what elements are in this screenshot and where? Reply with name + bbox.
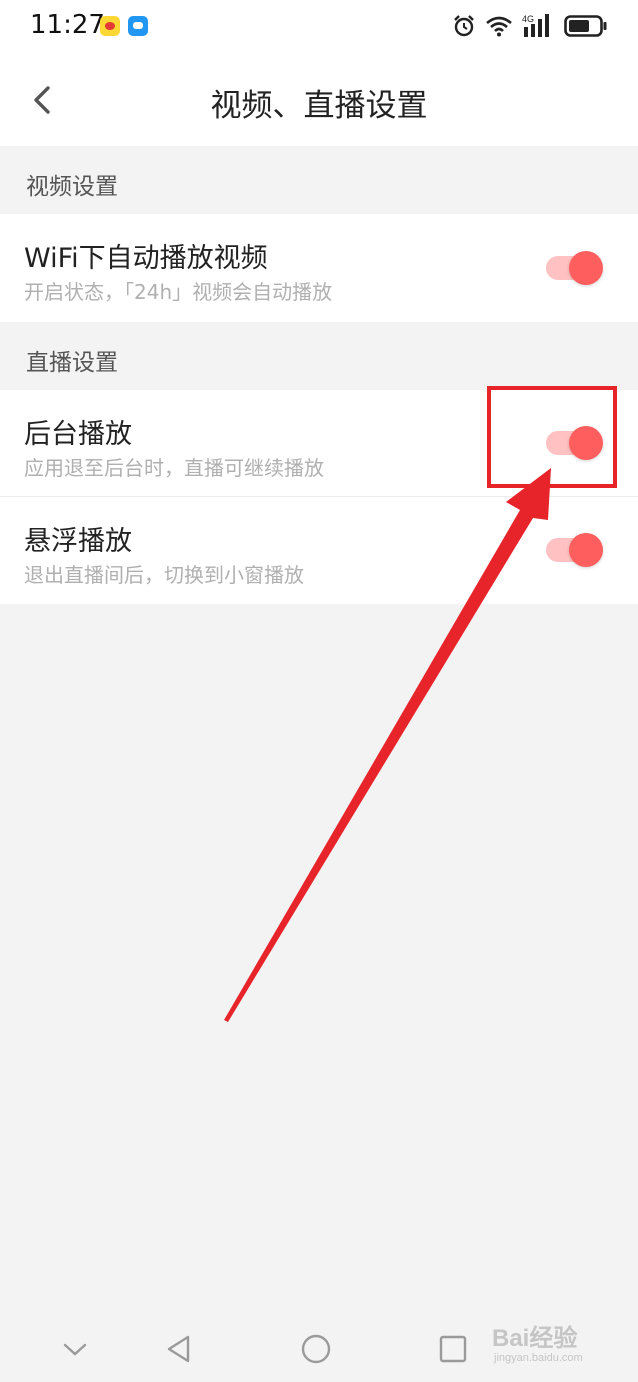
setting-subtitle: 开启状态，「24h」视频会自动播放 (24, 280, 333, 304)
setting-title: 悬浮播放 (24, 526, 132, 557)
signal-icon: 4G (522, 14, 549, 37)
status-bar: 11:27 4G (0, 0, 638, 54)
nav-bar: 视频、直播设置 (0, 54, 638, 146)
alarm-icon (454, 15, 474, 37)
status-time: 11:27 (30, 10, 105, 40)
weibo-icon (100, 16, 120, 36)
watermark-brand: Bai经验 (492, 1325, 578, 1352)
section-header-label: 视频设置 (26, 174, 118, 200)
status-icons: 4G (452, 12, 608, 40)
setting-subtitle: 应用退至后台时，直播可继续播放 (24, 456, 324, 480)
page-title: 视频、直播设置 (210, 88, 428, 124)
section-header-label: 直播设置 (26, 350, 118, 376)
watermark-url: jingyan.baidu.com (494, 1352, 583, 1364)
setting-title: WiFi下自动播放视频 (24, 243, 268, 274)
setting-row-wifi-autoplay[interactable]: WiFi下自动播放视频 开启状态，「24h」视频会自动播放 (0, 214, 638, 322)
toggle-knob (569, 251, 603, 285)
home-circle-icon[interactable] (299, 1332, 333, 1366)
baidu-jingyan-watermark: Bai经验 jingyan.baidu.com (488, 1312, 618, 1374)
recents-square-icon[interactable] (436, 1332, 470, 1366)
message-icon (128, 16, 148, 36)
network-type: 4G (522, 14, 534, 24)
wifi-autoplay-toggle[interactable] (546, 249, 604, 287)
section-header-video: 视频设置 (0, 146, 638, 214)
annotation-highlight-box (487, 386, 617, 488)
setting-row-floating-play[interactable]: 悬浮播放 退出直播间后，切换到小窗播放 (0, 497, 638, 604)
floating-play-toggle[interactable] (546, 531, 604, 569)
wifi-icon (486, 16, 512, 37)
toggle-knob (569, 533, 603, 567)
setting-subtitle: 退出直播间后，切换到小窗播放 (24, 563, 304, 587)
chevron-down-icon[interactable] (58, 1332, 92, 1366)
back-triangle-icon[interactable] (162, 1332, 196, 1366)
setting-title: 后台播放 (24, 419, 132, 450)
section-header-live: 直播设置 (0, 322, 638, 390)
battery-icon (564, 15, 607, 37)
